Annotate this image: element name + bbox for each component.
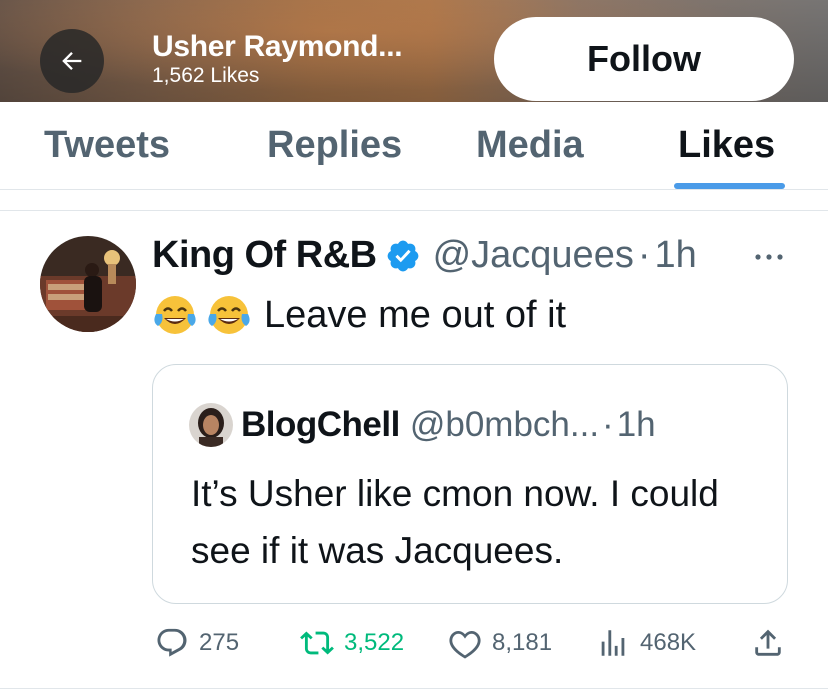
tweet-time[interactable]: 1h xyxy=(654,234,696,277)
like-count: 8,181 xyxy=(492,629,553,656)
heart-icon xyxy=(449,630,481,659)
profile-tabs: Tweets Replies Media Likes xyxy=(0,102,828,190)
tab-likes[interactable]: Likes xyxy=(678,124,775,167)
follow-button[interactable]: Follow xyxy=(494,17,794,101)
avatar xyxy=(189,403,233,447)
views-button[interactable]: 468K xyxy=(596,626,696,660)
profile-name: Usher Raymond... xyxy=(152,30,403,63)
analytics-icon xyxy=(601,630,625,656)
quoted-tweet-text: It’s Usher like cmon now. I could see if… xyxy=(191,473,719,571)
retweet-count: 3,522 xyxy=(344,629,405,656)
tweet-actions: 275 3,522 8,181 468K xyxy=(0,620,828,670)
quoted-tweet[interactable]: BlogChell @b0mbch... · 1h It’s Usher lik… xyxy=(152,364,788,604)
reply-count: 275 xyxy=(199,629,240,656)
author-handle[interactable]: @Jacquees xyxy=(433,234,634,277)
tab-tweets[interactable]: Tweets xyxy=(44,124,170,167)
quoted-avatar-image xyxy=(189,403,233,447)
reply-icon xyxy=(157,628,187,657)
retweet-button[interactable]: 3,522 xyxy=(300,626,404,660)
face-with-tears-of-joy-icon xyxy=(154,296,196,334)
tweet-header: King Of R&B @Jacquees · 1h xyxy=(152,234,697,277)
face-with-tears-of-joy-icon xyxy=(208,296,250,334)
tweet-body: Leave me out of it xyxy=(152,292,566,338)
separator-dot: · xyxy=(637,234,651,276)
divider xyxy=(0,210,828,211)
tab-media[interactable]: Media xyxy=(476,124,584,167)
quoted-author-handle: @b0mbch... xyxy=(409,405,600,444)
divider xyxy=(0,688,828,689)
avatar-image xyxy=(40,236,136,332)
view-count: 468K xyxy=(640,629,697,656)
quoted-tweet-time: 1h xyxy=(616,405,656,444)
quoted-author-name: BlogChell xyxy=(241,405,400,444)
avatar[interactable] xyxy=(40,236,136,332)
more-options-icon[interactable] xyxy=(752,247,786,267)
retweet-icon xyxy=(300,631,334,655)
reply-button[interactable]: 275 xyxy=(155,626,239,660)
likes-count: 1,562 Likes xyxy=(152,64,260,87)
separator-dot: · xyxy=(602,405,614,444)
back-button[interactable] xyxy=(40,29,104,93)
tab-replies[interactable]: Replies xyxy=(267,124,402,167)
profile-header-banner: Usher Raymond... 1,562 Likes Follow xyxy=(0,0,828,102)
author-name[interactable]: King Of R&B xyxy=(152,234,377,277)
like-button[interactable]: 8,181 xyxy=(448,626,552,660)
share-button[interactable] xyxy=(751,626,795,660)
quoted-tweet-header: BlogChell @b0mbch... · 1h xyxy=(189,403,656,447)
tweet-text: Leave me out of it xyxy=(264,293,567,336)
arrow-left-icon xyxy=(62,52,82,70)
verified-badge-icon xyxy=(387,240,418,271)
share-icon xyxy=(755,629,781,656)
active-tab-indicator xyxy=(674,183,785,189)
